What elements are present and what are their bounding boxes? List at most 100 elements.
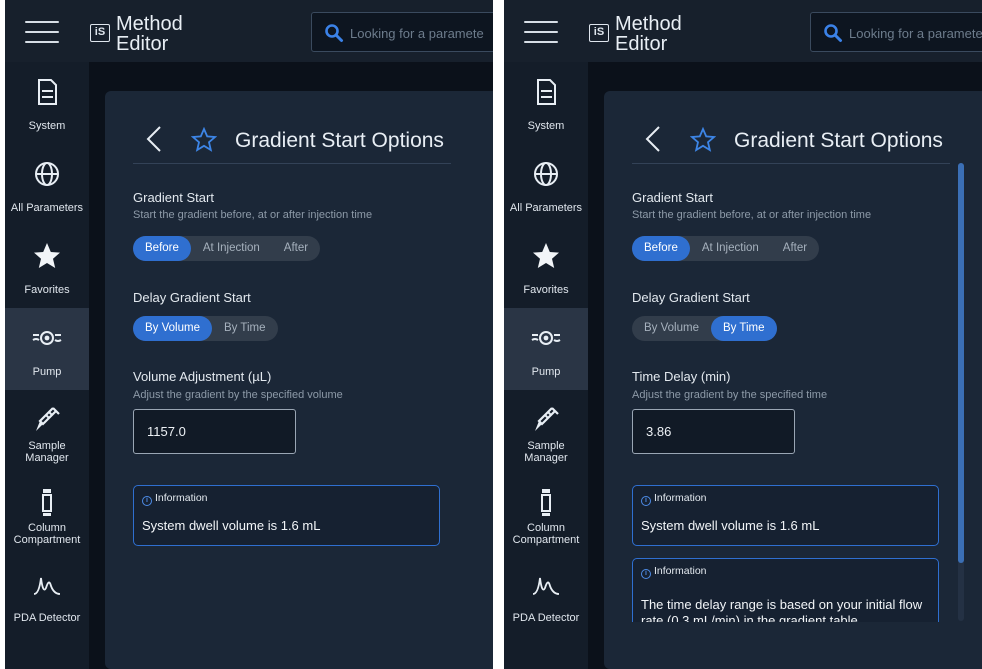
sidebar-item-pump[interactable]: Pump xyxy=(5,308,89,390)
search-input[interactable] xyxy=(350,22,493,44)
document-icon xyxy=(537,79,556,105)
sidebar-item-pda-detector[interactable]: PDA Detector xyxy=(504,554,588,636)
app-title: Method Editor xyxy=(615,14,682,54)
search-input[interactable] xyxy=(849,22,982,44)
info-heading: i Information xyxy=(641,565,707,579)
info-body: System dwell volume is 1.6 mL xyxy=(641,518,820,533)
sidebar-label-all-parameters: All Parameters xyxy=(10,202,84,214)
panel-title: Gradient Start Options xyxy=(734,129,943,152)
sidebar-item-column-compartment[interactable]: Column Compartment xyxy=(5,472,89,554)
menu-icon[interactable] xyxy=(25,19,59,45)
sidebar-label-pda-detector: PDA Detector xyxy=(512,612,580,624)
gradient-start-toggle: Before At Injection After xyxy=(133,236,321,261)
sidebar-label-pump: Pump xyxy=(531,366,561,378)
sidebar-item-pda-detector[interactable]: PDA Detector xyxy=(5,554,89,636)
syringe-icon xyxy=(535,407,559,431)
app-title: Method Editor xyxy=(116,14,183,54)
sidebar-label-column: Column xyxy=(527,522,565,534)
info-icon: i xyxy=(641,569,651,579)
option-before[interactable]: Before xyxy=(133,236,191,261)
sidebar-label-pda-detector: PDA Detector xyxy=(13,612,81,624)
gradient-start-description: Start the gradient before, at or after i… xyxy=(632,209,872,221)
volume-adjustment-input[interactable] xyxy=(133,409,296,454)
panel-title: Gradient Start Options xyxy=(235,129,444,152)
delay-toggle: By Volume By Time xyxy=(632,316,777,341)
column-icon xyxy=(42,489,52,516)
app-title-line2: Editor xyxy=(615,33,668,55)
option-by-time[interactable]: By Time xyxy=(710,316,777,341)
sidebar-label-system: System xyxy=(527,120,565,132)
chromatogram-icon xyxy=(532,577,560,595)
app-title-line1: Method xyxy=(116,13,183,35)
favorite-star-icon[interactable] xyxy=(690,127,716,153)
top-bar: iS Method Editor xyxy=(5,0,493,62)
sidebar-item-sample-manager[interactable]: Sample Manager xyxy=(5,390,89,472)
delay-title: Delay Gradient Start xyxy=(133,290,251,305)
option-after[interactable]: After xyxy=(771,236,819,261)
options-panel: Gradient Start Options Gradient Start St… xyxy=(604,91,982,669)
info-heading-text: Information xyxy=(654,492,707,504)
sidebar-label-manager: Manager xyxy=(524,452,568,464)
option-before[interactable]: Before xyxy=(632,236,690,261)
sidebar-item-pump[interactable]: Pump xyxy=(504,308,588,390)
gradient-start-title: Gradient Start xyxy=(632,190,713,205)
app-title-line2: Editor xyxy=(116,33,169,55)
globe-icon xyxy=(534,162,558,186)
search-icon xyxy=(325,24,343,42)
sidebar-item-all-parameters[interactable]: All Parameters xyxy=(5,144,89,226)
sidebar-label-system: System xyxy=(28,120,66,132)
pump-icon xyxy=(32,331,62,345)
option-by-volume[interactable]: By Volume xyxy=(632,316,711,341)
gradient-start-description: Start the gradient before, at or after i… xyxy=(133,209,373,221)
menu-icon[interactable] xyxy=(524,19,558,45)
option-after[interactable]: After xyxy=(272,236,320,261)
gradient-start-title: Gradient Start xyxy=(133,190,214,205)
sidebar-item-system[interactable]: System xyxy=(504,62,588,144)
back-chevron-icon[interactable] xyxy=(145,125,163,153)
option-by-time[interactable]: By Time xyxy=(212,316,278,341)
globe-icon xyxy=(35,162,59,186)
info-icon: i xyxy=(641,496,651,506)
scrollbar-thumb[interactable] xyxy=(958,163,964,563)
gradient-start-toggle: Before At Injection After xyxy=(632,236,820,261)
options-panel-content: Gradient Start Options Gradient Start St… xyxy=(105,91,493,661)
chromatogram-icon xyxy=(33,577,61,595)
sidebar-label-pump: Pump xyxy=(32,366,62,378)
star-icon xyxy=(34,243,60,268)
sidebar-item-all-parameters[interactable]: All Parameters xyxy=(504,144,588,226)
option-by-volume[interactable]: By Volume xyxy=(133,316,212,341)
app-logo: iS xyxy=(589,24,609,42)
app-title-line1: Method xyxy=(615,13,682,35)
options-panel: Gradient Start Options Gradient Start St… xyxy=(105,91,493,669)
sidebar-item-sample-manager[interactable]: Sample Manager xyxy=(504,390,588,472)
info-heading-text: Information xyxy=(654,565,707,577)
sidebar-label-column: Column xyxy=(28,522,66,534)
sidebar-label-manager: Manager xyxy=(25,452,69,464)
panel-scrollbar[interactable] xyxy=(958,163,964,621)
info-heading: i Information xyxy=(641,492,707,506)
app-logo: iS xyxy=(90,24,110,42)
favorite-star-icon[interactable] xyxy=(191,127,217,153)
adjust-description: Adjust the gradient by the specified vol… xyxy=(133,389,343,401)
option-at-injection[interactable]: At Injection xyxy=(690,236,771,261)
sidebar-item-system[interactable]: System xyxy=(5,62,89,144)
header-divider xyxy=(632,163,950,164)
sidebar-label-compartment: Compartment xyxy=(13,534,81,546)
back-chevron-icon[interactable] xyxy=(644,125,662,153)
sidebar-item-favorites[interactable]: Favorites xyxy=(504,226,588,308)
info-box-time-range: i Information The time delay range is bas… xyxy=(632,558,939,622)
options-panel-content: Gradient Start Options Gradient Start St… xyxy=(604,91,982,622)
sidebar: System All Parameters Favorites Pump Sam… xyxy=(504,62,588,669)
info-box: i Information System dwell volume is 1.6 … xyxy=(133,485,440,546)
star-icon xyxy=(533,243,559,268)
delay-toggle: By Volume By Time xyxy=(133,316,278,341)
sidebar-item-favorites[interactable]: Favorites xyxy=(5,226,89,308)
search-box[interactable] xyxy=(810,12,982,52)
time-delay-input[interactable] xyxy=(632,409,795,454)
info-heading: i Information xyxy=(142,492,208,506)
option-at-injection[interactable]: At Injection xyxy=(191,236,272,261)
info-box-dwell: i Information System dwell volume is 1.6 … xyxy=(632,485,939,546)
sidebar-item-column-compartment[interactable]: Column Compartment xyxy=(504,472,588,554)
search-box[interactable] xyxy=(311,12,493,52)
adjust-description: Adjust the gradient by the specified tim… xyxy=(632,389,828,401)
